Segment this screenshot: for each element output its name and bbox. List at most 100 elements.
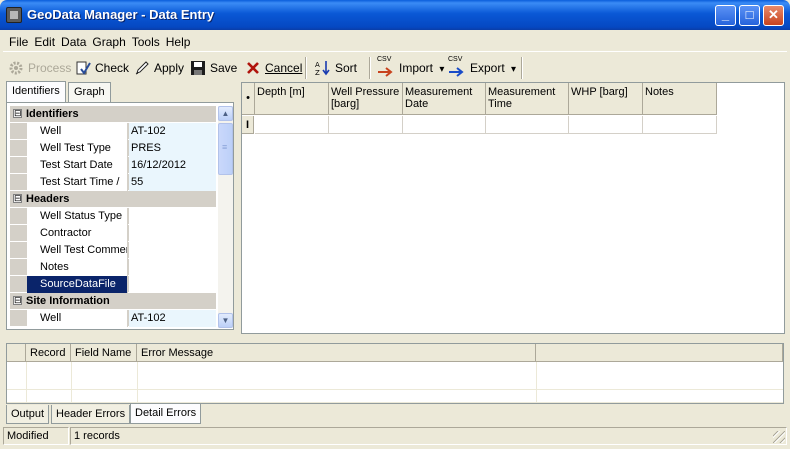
horizontal-splitter[interactable] (3, 337, 787, 341)
property-name[interactable]: Contractor (27, 225, 128, 242)
export-dropdown-arrow[interactable]: ▾ (511, 64, 516, 75)
property-value[interactable] (129, 242, 216, 259)
minimize-button[interactable]: _ (715, 5, 736, 26)
scroll-down-button[interactable]: ▼ (218, 313, 233, 328)
grid-column-header[interactable]: Notes (643, 83, 717, 115)
save-label: Save (210, 61, 238, 75)
check-icon (75, 60, 91, 76)
property-row[interactable]: Well AT-102 (10, 310, 216, 327)
property-name[interactable]: SourceDataFile (27, 276, 128, 293)
property-category[interactable]: ⊟ Headers (10, 191, 216, 208)
errors-row-header (7, 344, 26, 362)
scroll-up-button[interactable]: ▲ (218, 106, 233, 121)
errors-grid-panel: Record Field Name Error Message (6, 343, 784, 404)
grid-cell[interactable] (329, 116, 403, 134)
grid-corner-cell[interactable]: • (242, 83, 255, 115)
apply-label: Apply (154, 61, 185, 75)
grid-column-header[interactable]: Well Pressure [barg] (329, 83, 403, 115)
data-entry-grid-panel: • I Depth [m] Well Pressure [barg] Measure… (241, 82, 785, 334)
apply-button[interactable]: Apply (134, 58, 184, 78)
collapse-icon[interactable]: ⊟ (13, 296, 22, 305)
grid-column-header[interactable]: Measurement Date (403, 83, 486, 115)
errors-col-extra[interactable] (536, 344, 783, 362)
menu-graph[interactable]: Graph (89, 32, 128, 49)
property-row[interactable]: Contractor (10, 225, 216, 242)
grid-cell[interactable] (486, 116, 569, 134)
tab-graph[interactable]: Graph (68, 82, 111, 102)
gear-icon (8, 60, 24, 76)
property-name[interactable]: Well (27, 310, 128, 327)
check-button[interactable]: Check (75, 58, 129, 78)
menu-edit[interactable]: Edit (31, 32, 58, 49)
tab-header-errors[interactable]: Header Errors (51, 405, 131, 424)
grid-column-header[interactable]: Depth [m] (255, 83, 329, 115)
property-row[interactable]: Notes (10, 259, 216, 276)
property-row[interactable]: SourceDataFile (10, 276, 216, 293)
close-button[interactable]: ✕ (763, 5, 784, 26)
property-value[interactable] (129, 276, 216, 293)
grid-cell[interactable] (569, 116, 643, 134)
toolbar-separator (305, 57, 307, 79)
property-row[interactable]: Well Test Type PRES (10, 140, 216, 157)
property-category[interactable]: ⊟ Site Information (10, 293, 216, 310)
property-name[interactable]: Well (27, 123, 128, 140)
export-button[interactable]: CSV Export ▾ (448, 56, 516, 78)
property-row[interactable]: Test Start Time /55 (10, 174, 216, 191)
grid-cell[interactable] (643, 116, 717, 134)
menu-data[interactable]: Data (58, 32, 89, 49)
grid-column-header[interactable]: Measurement Time (486, 83, 569, 115)
scroll-thumb[interactable] (218, 123, 233, 175)
errors-col-error-message[interactable]: Error Message (137, 344, 536, 362)
property-value[interactable] (129, 259, 216, 276)
collapse-icon[interactable]: ⊟ (13, 194, 22, 203)
property-grid: ⊟ Identifiers Well AT-102 Well Test Type PRES… (10, 106, 216, 327)
resize-grip[interactable] (773, 431, 785, 443)
csv-export-icon: CSV (448, 56, 466, 77)
property-name[interactable]: Well Status Type (27, 208, 128, 225)
property-row[interactable]: Test Start Date 16/12/2012 (10, 157, 216, 174)
status-state: Modified (3, 427, 69, 445)
property-name[interactable]: Notes (27, 259, 128, 276)
property-value[interactable]: 55 (129, 174, 216, 191)
collapse-icon[interactable]: ⊟ (13, 109, 22, 118)
property-row[interactable]: Well Status Type (10, 208, 216, 225)
process-label: Process (28, 61, 72, 75)
property-value[interactable]: 16/12/2012 (129, 157, 216, 174)
process-button[interactable]: Process (8, 58, 71, 78)
import-dropdown-arrow[interactable]: ▾ (439, 64, 444, 75)
property-row[interactable]: Well Test Commer (10, 242, 216, 259)
property-category-label: Headers (26, 193, 70, 205)
import-button[interactable]: CSV Import ▾ (377, 56, 444, 78)
property-value[interactable]: PRES (129, 140, 216, 157)
tab-detail-errors[interactable]: Detail Errors (130, 404, 202, 424)
property-category[interactable]: ⊟ Identifiers (10, 106, 216, 123)
property-name[interactable]: Well Test Commer (27, 242, 128, 259)
menu-file[interactable]: File (3, 32, 31, 49)
sort-button[interactable]: AZ Sort (315, 58, 357, 78)
grid-column-header[interactable]: WHP [barg] (569, 83, 643, 115)
property-name[interactable]: Test Start Date (27, 157, 128, 174)
cancel-button[interactable]: Cancel (245, 58, 302, 78)
property-value[interactable]: AT-102 (129, 123, 216, 140)
tab-output[interactable]: Output (6, 405, 50, 424)
property-value[interactable] (129, 208, 216, 225)
property-value[interactable]: AT-102 (129, 310, 216, 327)
menu-tools[interactable]: Tools (129, 32, 163, 49)
property-name[interactable]: Well Test Type (27, 140, 128, 157)
sort-label: Sort (335, 61, 358, 75)
menu-help[interactable]: Help (163, 32, 194, 49)
grid-cell[interactable] (255, 116, 329, 134)
property-row[interactable]: Well AT-102 (10, 123, 216, 140)
grid-cell[interactable] (403, 116, 486, 134)
save-button[interactable]: Save (190, 58, 237, 78)
sort-az-icon: AZ (315, 60, 331, 77)
errors-col-record[interactable]: Record (26, 344, 71, 362)
property-name[interactable]: Test Start Time / (27, 174, 128, 191)
window-title: GeoData Manager - Data Entry (27, 7, 215, 22)
property-grid-scrollbar[interactable]: ▲ ▼ (218, 106, 233, 328)
current-row-indicator[interactable]: I (242, 116, 254, 134)
maximize-button[interactable]: □ (739, 5, 760, 26)
property-value[interactable] (129, 225, 216, 242)
errors-col-field-name[interactable]: Field Name (71, 344, 137, 362)
tab-identifiers[interactable]: Identifiers (6, 81, 66, 102)
